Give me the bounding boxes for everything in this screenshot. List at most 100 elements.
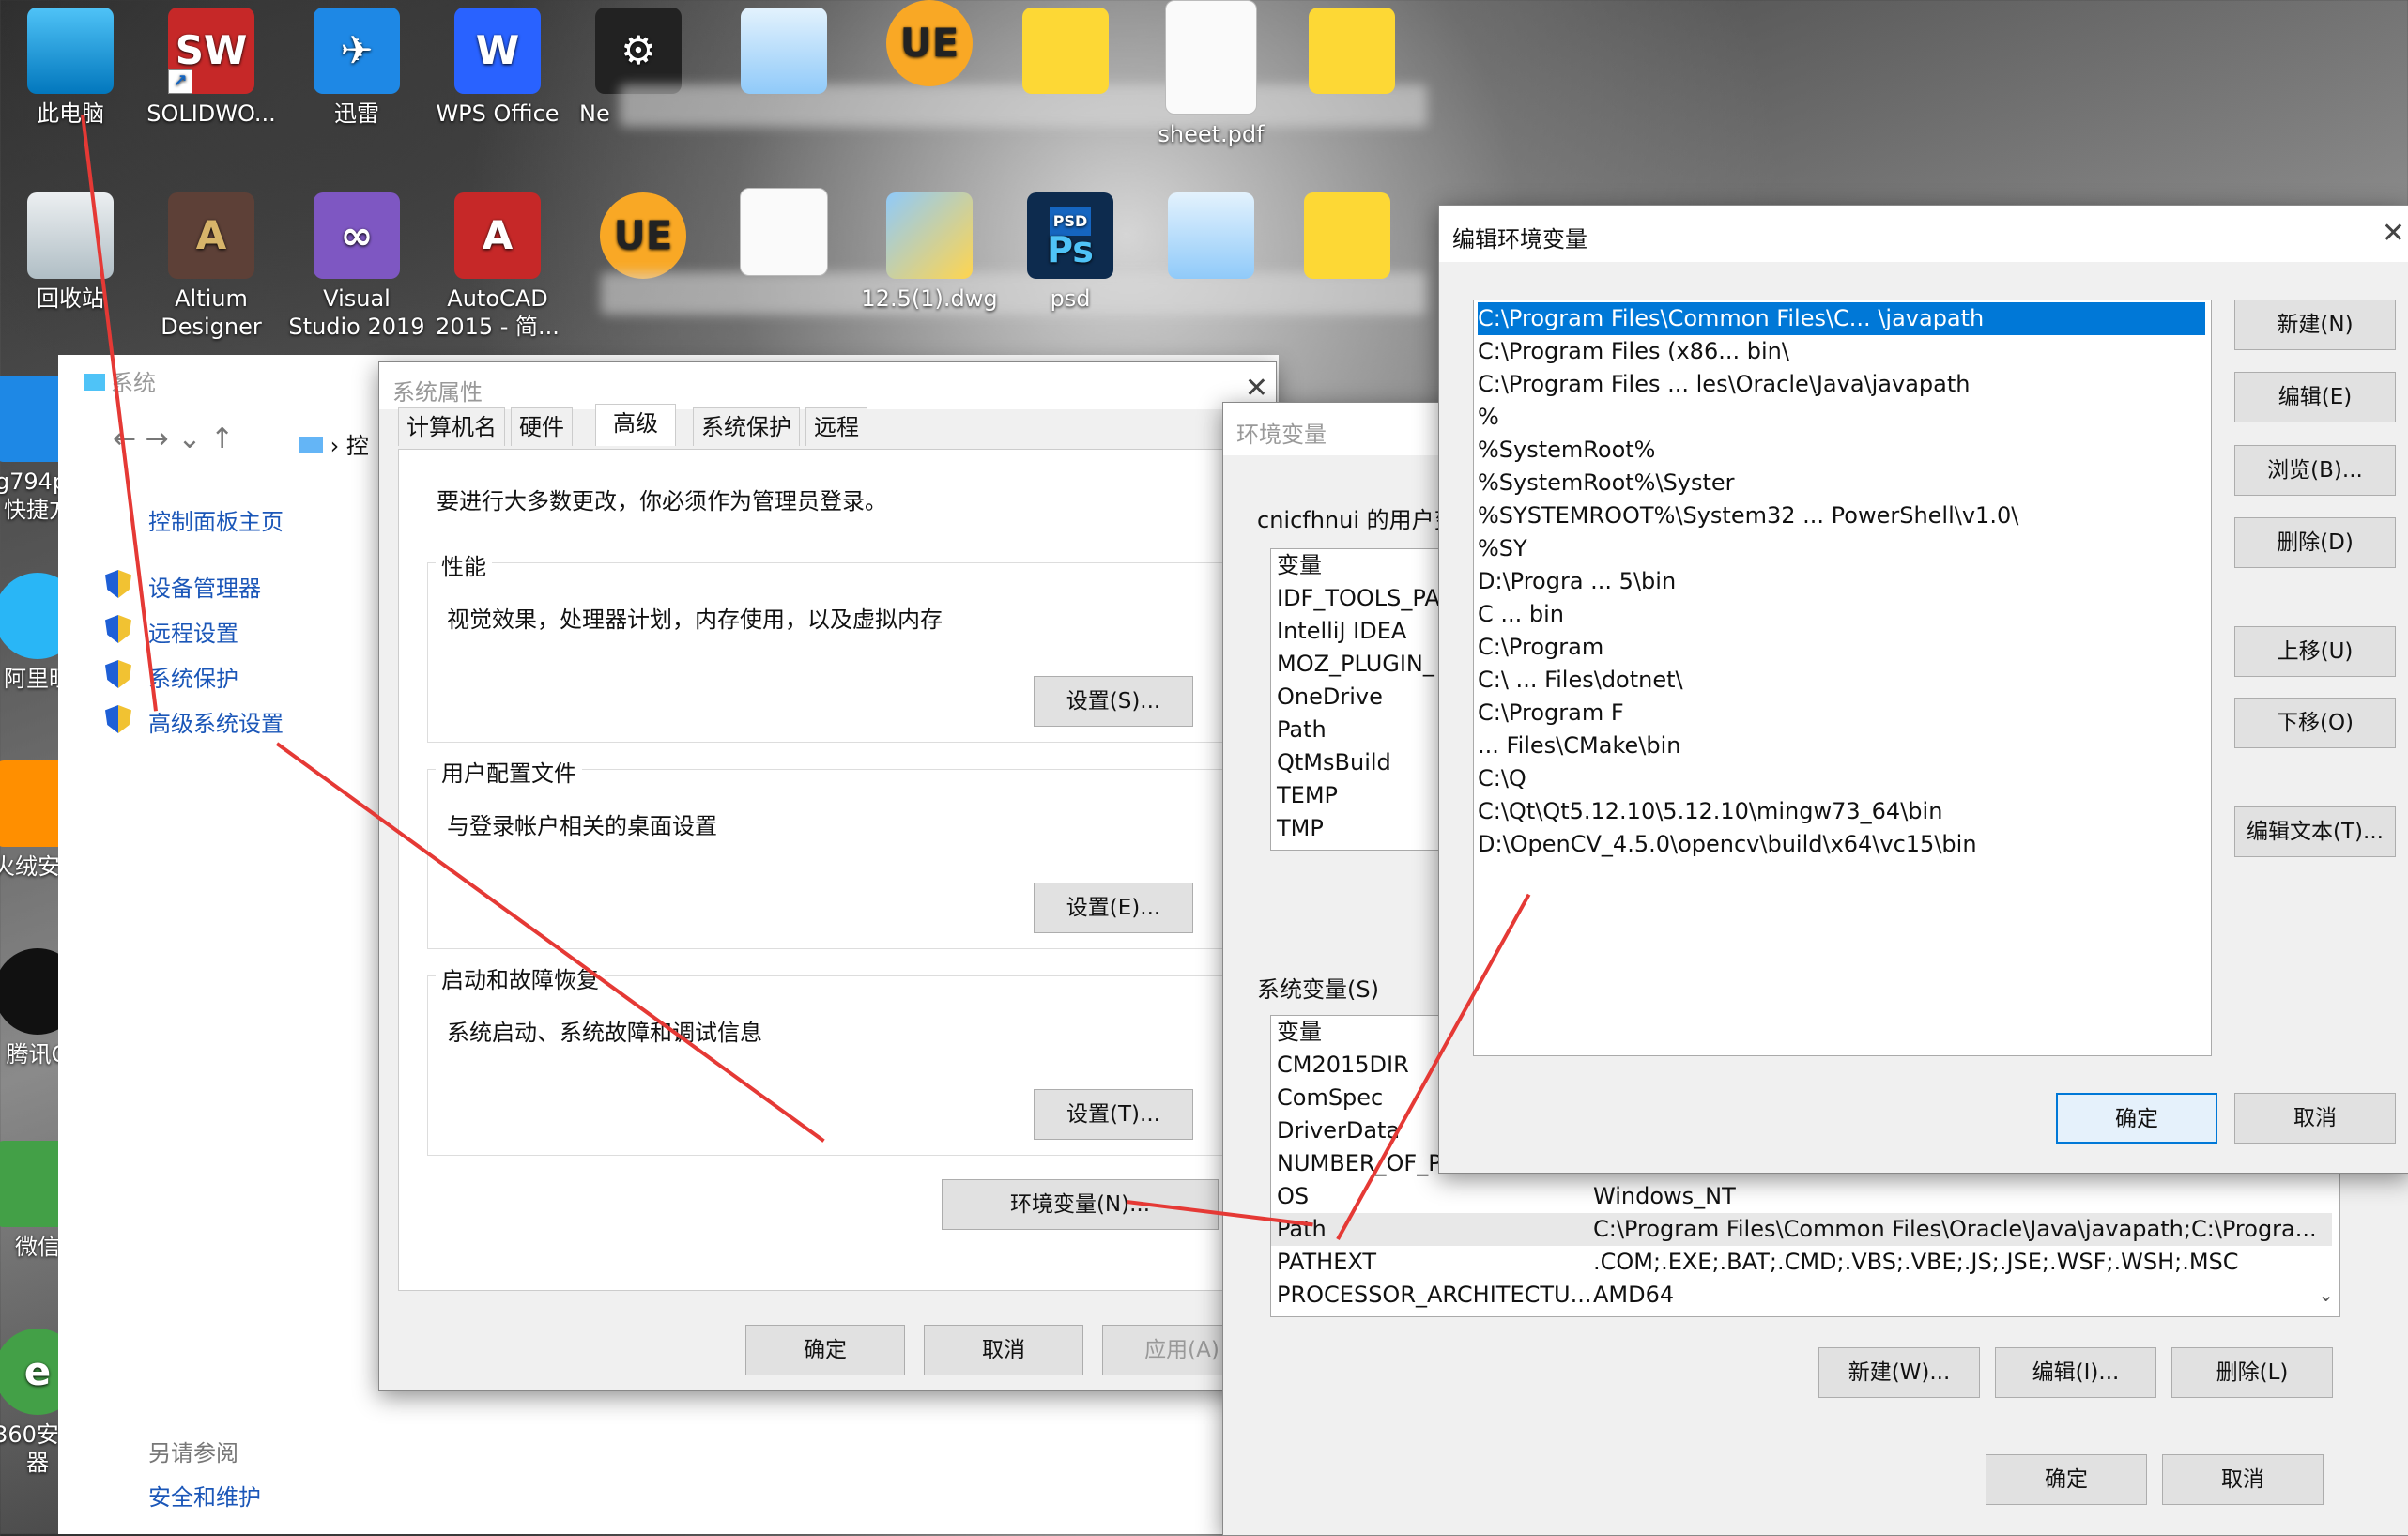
list-item[interactable]: TEMP — [1277, 779, 1338, 812]
list-item[interactable]: IntelliJ IDEA — [1277, 615, 1406, 648]
var-value: AMD64 — [1593, 1282, 1675, 1308]
control-panel-home-link[interactable]: 控制面板主页 — [148, 503, 284, 536]
ok-button[interactable]: 确定 — [2056, 1093, 2217, 1144]
var-name: DriverData — [1277, 1117, 1401, 1144]
delete-system-var-button[interactable]: 删除(L) — [2171, 1347, 2333, 1398]
edit-system-var-button[interactable]: 编辑(I)... — [1995, 1347, 2156, 1398]
desktop-icon-wps[interactable]: W WPS Office — [427, 8, 568, 128]
cancel-button[interactable]: 取消 — [2162, 1454, 2324, 1505]
startup-settings-button[interactable]: 设置(T)... — [1034, 1089, 1193, 1140]
performance-group: 性能 视觉效果，处理器计划，内存使用，以及虚拟内存 设置(S)... — [427, 548, 1227, 743]
list-item[interactable]: Path — [1277, 714, 1327, 746]
remote-settings-link[interactable]: 远程设置 — [148, 615, 238, 648]
dwg-file-icon — [886, 192, 973, 279]
list-item[interactable]: C:\Program Files ... les\Oracle\Java\jav… — [1478, 368, 2205, 401]
list-item[interactable]: C:\ ... Files\dotnet\ — [1478, 664, 2205, 697]
desktop-icon-notepad-2[interactable] — [1141, 192, 1281, 284]
device-manager-link[interactable]: 设备管理器 — [148, 570, 261, 603]
desktop-icon-autocad[interactable]: A AutoCAD 2015 - 简... — [427, 192, 568, 341]
desktop-icon-notepad[interactable] — [713, 8, 854, 100]
list-item[interactable]: C ... bin — [1478, 598, 2205, 631]
desktop-icon-ue[interactable]: UE — [859, 0, 1000, 92]
desktop-icon-altium[interactable]: A Altium Designer — [141, 192, 282, 341]
list-item[interactable]: C:\Program — [1478, 631, 2205, 664]
list-item[interactable]: C:\Program Files\Common Files\C... \java… — [1478, 302, 2205, 335]
cancel-button[interactable]: 取消 — [924, 1325, 1083, 1375]
var-name: PATHEXT — [1277, 1249, 1377, 1275]
list-item[interactable]: OneDrive — [1277, 681, 1383, 714]
desktop-icon-xunlei[interactable]: ✈ 迅雷 — [286, 8, 427, 128]
tab-computer-name[interactable]: 计算机名 — [398, 407, 505, 446]
desktop-icon-label: WPS Office — [436, 100, 560, 127]
desktop-icon-visual-studio[interactable]: ∞ Visual Studio 2019 — [286, 192, 427, 341]
user-profiles-settings-button[interactable]: 设置(E)... — [1034, 883, 1193, 933]
cancel-button[interactable]: 取消 — [2234, 1093, 2396, 1144]
system-protection-link[interactable]: 系统保护 — [148, 660, 238, 693]
new-entry-button[interactable]: 新建(N) — [2234, 300, 2396, 350]
system-properties-dialog: 系统属性 ✕ 计算机名 硬件 高级 系统保护 远程 要进行大多数更改，你必须作为… — [378, 361, 1277, 1391]
ok-button[interactable]: 确定 — [745, 1325, 905, 1375]
list-item[interactable]: C:\Program Files (x86... bin\ — [1478, 335, 2205, 368]
list-item[interactable]: C:\Q — [1478, 762, 2205, 795]
computer-icon — [27, 8, 114, 94]
column-header[interactable]: 变量 — [1277, 1016, 1322, 1049]
document-icon — [740, 188, 828, 276]
list-item[interactable]: IDF_TOOLS_PA — [1277, 582, 1440, 615]
environment-variables-button[interactable]: 环境变量(N)... — [942, 1179, 1219, 1230]
list-item[interactable]: D:\OpenCV_4.5.0\opencv\build\x64\vc15\bi… — [1478, 828, 2205, 861]
list-item[interactable]: % — [1478, 401, 2205, 434]
list-item[interactable]: D:\Progra ... 5\bin — [1478, 565, 2205, 598]
var-name: OS — [1277, 1183, 1310, 1209]
desktop-icon-folder[interactable] — [995, 8, 1136, 100]
edit-text-button[interactable]: 编辑文本(T)... — [2234, 806, 2396, 857]
delete-entry-button[interactable]: 删除(D) — [2234, 517, 2396, 568]
tab-remote[interactable]: 远程 — [805, 407, 867, 446]
desktop-icon-label: 此电脑 — [37, 100, 104, 127]
desktop-icon-folder-2[interactable] — [1281, 8, 1422, 100]
tab-hardware[interactable]: 硬件 — [511, 407, 573, 446]
browse-button[interactable]: 浏览(B)... — [2234, 445, 2396, 496]
desktop-icon-folder-3[interactable] — [1277, 192, 1418, 284]
list-item[interactable]: MOZ_PLUGIN_ — [1277, 648, 1434, 681]
close-icon[interactable]: ✕ — [1245, 372, 1268, 405]
column-header[interactable]: 变量 — [1277, 549, 1322, 582]
chevron-down-icon[interactable]: ⌄ — [2318, 1283, 2334, 1306]
desktop-icon-sheet-pdf[interactable]: sheet.pdf — [1141, 0, 1281, 148]
close-icon[interactable]: ✕ — [2382, 217, 2405, 250]
list-item[interactable]: %SystemRoot%\Syster — [1478, 467, 2205, 499]
desktop-icon-recycle-bin[interactable]: 回收站 — [0, 192, 141, 313]
table-row[interactable]: PATHEXT .COM;.EXE;.BAT;.CMD;.VBS;.VBE;.JS… — [1271, 1246, 2332, 1279]
list-item[interactable]: C:\Qt\Qt5.12.10\5.12.10\mingw73_64\bin — [1478, 795, 2205, 828]
path-entries-list[interactable]: C:\Program Files\Common Files\C... \java… — [1473, 300, 2212, 1056]
list-item[interactable]: QtMsBuild — [1277, 746, 1391, 779]
edit-entry-button[interactable]: 编辑(E) — [2234, 372, 2396, 422]
move-up-button[interactable]: 上移(U) — [2234, 626, 2396, 677]
desktop-icon-psd[interactable]: PSD Ps psd — [1000, 192, 1141, 313]
nav-arrows[interactable]: ← → ⌄ ↑ — [113, 422, 234, 455]
table-row[interactable]: Path C:\Program Files\Common Files\Oracle… — [1271, 1213, 2332, 1246]
desktop-icon-ue-2[interactable]: UE — [573, 192, 713, 284]
table-row[interactable]: PROCESSOR_ARCHITECTU... AMD64 — [1271, 1279, 2332, 1312]
ok-button[interactable]: 确定 — [1986, 1454, 2147, 1505]
table-row[interactable]: OS Windows_NT — [1271, 1180, 2332, 1213]
move-down-button[interactable]: 下移(O) — [2234, 698, 2396, 748]
desktop-icon-solidworks[interactable]: SW ↗ SOLIDWO... — [141, 8, 282, 128]
list-item[interactable]: TMP — [1277, 812, 1324, 845]
xunlei-bird-icon: ✈ — [314, 8, 400, 94]
tab-system-protection[interactable]: 系统保护 — [693, 407, 800, 446]
list-item[interactable]: %SystemRoot% — [1478, 434, 2205, 467]
tab-advanced[interactable]: 高级 — [595, 404, 676, 446]
security-maintenance-link[interactable]: 安全和维护 — [148, 1479, 261, 1512]
list-item[interactable]: %SY — [1478, 532, 2205, 565]
performance-settings-button[interactable]: 设置(S)... — [1034, 676, 1193, 727]
list-item[interactable]: ... Files\CMake\bin — [1478, 730, 2205, 762]
desktop-icon-dwg[interactable]: 12.5(1).dwg — [859, 192, 1000, 313]
desktop-icon-label: psd — [1050, 285, 1091, 312]
list-item[interactable]: %SYSTEMROOT%\System32 ... PowerShell\v1.… — [1478, 499, 2205, 532]
desktop-icon-this-pc[interactable]: 此电脑 — [0, 8, 141, 128]
breadcrumb[interactable]: › 控 — [299, 427, 369, 460]
advanced-system-settings-link[interactable]: 高级系统设置 — [148, 705, 284, 738]
list-item[interactable]: C:\Program F — [1478, 697, 2205, 730]
desktop-icon-doc[interactable] — [713, 188, 854, 282]
new-system-var-button[interactable]: 新建(W)... — [1818, 1347, 1980, 1398]
